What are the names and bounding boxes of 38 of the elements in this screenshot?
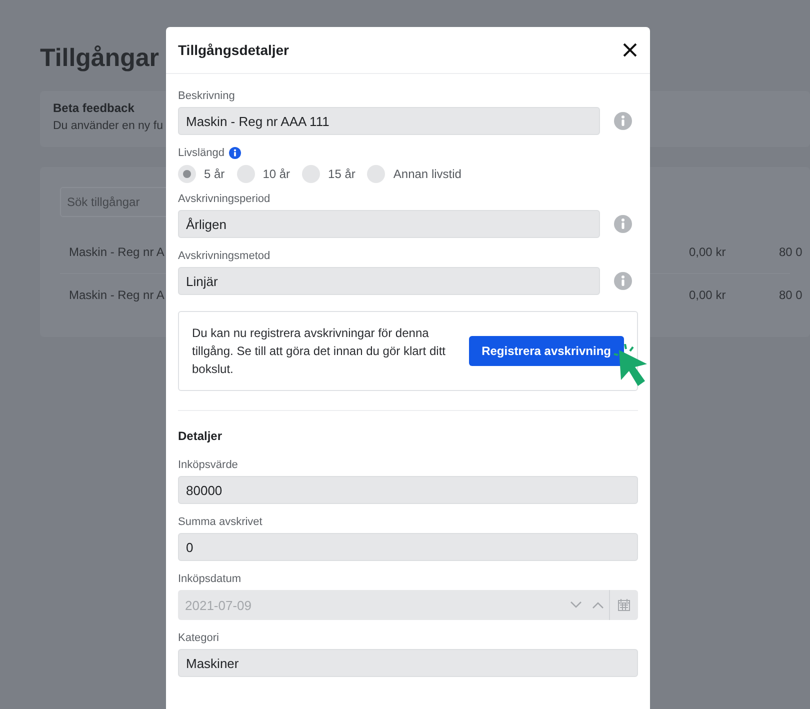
field-label: Summa avskrivet — [178, 516, 264, 528]
table-cell: Maskin - Reg nr A — [69, 245, 164, 259]
input-field[interactable]: 0 — [178, 533, 638, 561]
radio-option[interactable]: Annan livstid — [367, 165, 462, 183]
dialog-title: Tillgångsdetaljer — [178, 42, 289, 58]
radio-button[interactable] — [236, 165, 255, 183]
section-heading: Detaljer — [178, 429, 224, 443]
close-icon[interactable] — [622, 42, 638, 58]
table-cell: 0,00 kr — [689, 288, 726, 302]
card-text: Du använder en ny fu — [53, 120, 163, 132]
radio-option[interactable]: 5 år — [178, 165, 225, 183]
card-title: Beta feedback — [53, 101, 134, 115]
radio-option[interactable]: 15 år — [302, 165, 356, 183]
date-value: 2021-07-09 — [184, 598, 252, 612]
input-field[interactable]: Maskiner — [178, 649, 638, 677]
input-field[interactable]: Linjär — [178, 267, 600, 295]
input-field[interactable]: 80000 — [178, 476, 638, 504]
radio-option[interactable]: 10 år — [236, 165, 290, 183]
field-label: Beskrivning — [178, 90, 236, 102]
field-label: Inköpsvärde — [178, 459, 239, 471]
table-cell: 0,00 kr — [689, 245, 726, 259]
input-field[interactable]: Årligen — [178, 210, 600, 238]
table-cell: Maskin - Reg nr A — [69, 288, 164, 302]
notice-text: Du kan nu registrera avskrivningar för denna tillgång. Se till att göra det innan du gör klart ditt bokslut. — [192, 325, 446, 378]
page-title: Tillgångar — [40, 44, 160, 73]
field-label: Kategori — [178, 632, 220, 644]
info-icon[interactable] — [229, 147, 242, 159]
register-button[interactable]: Registrera avskrivning — [468, 336, 624, 366]
radio-button[interactable] — [178, 165, 196, 183]
field-label: Avskrivningsperiod — [178, 193, 272, 205]
radio-button[interactable] — [367, 165, 386, 183]
table-cell: 80 0 — [779, 288, 802, 302]
field-label: Livslängd — [178, 147, 224, 159]
table-cell: 80 0 — [779, 245, 802, 259]
field-label: Avskrivningsmetod — [178, 250, 272, 262]
field-label: Inköpsdatum — [178, 573, 242, 585]
input-field[interactable]: Maskin - Reg nr AAA 111 — [178, 107, 600, 135]
radio-button[interactable] — [302, 165, 320, 183]
